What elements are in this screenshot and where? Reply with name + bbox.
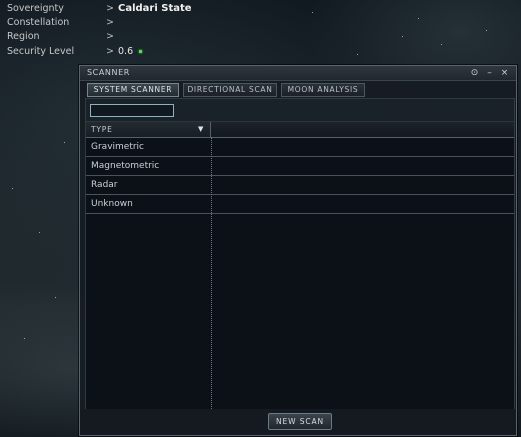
- window-footer: NEW SCAN: [80, 409, 516, 434]
- star: [418, 18, 419, 19]
- security-level-value: 0.6: [118, 45, 143, 59]
- info-label: Sovereignty: [7, 3, 64, 14]
- tab-system-scanner[interactable]: SYSTEM SCANNER: [87, 83, 179, 97]
- scanner-window: SCANNER ⊙ – × SYSTEM SCANNER DIRECTIONAL…: [79, 65, 517, 436]
- scanner-content: TYPE ▼ Gravimetric Magnetometric Radar U…: [85, 98, 515, 410]
- new-scan-button[interactable]: NEW SCAN: [268, 413, 332, 430]
- star: [486, 30, 487, 31]
- close-icon[interactable]: ×: [499, 68, 510, 78]
- row-label: Gravimetric: [91, 142, 144, 152]
- star: [441, 44, 442, 45]
- column-divider[interactable]: [211, 137, 212, 409]
- game-screen: Sovereignty > Caldari State Constellatio…: [0, 0, 521, 437]
- info-label: Security Level: [7, 45, 75, 57]
- options-icon[interactable]: ⊙: [469, 68, 480, 78]
- star: [312, 12, 313, 13]
- star: [64, 142, 65, 143]
- sovereignty-value[interactable]: Caldari State: [118, 2, 192, 16]
- column-type-header[interactable]: TYPE ▼: [86, 122, 211, 137]
- expand-arrow-icon[interactable]: >: [106, 2, 114, 16]
- info-label: Region: [7, 31, 40, 43]
- star: [357, 54, 358, 55]
- sort-down-icon[interactable]: ▼: [198, 125, 203, 133]
- row-label: Magnetometric: [91, 161, 160, 171]
- minimize-icon[interactable]: –: [484, 68, 495, 78]
- security-status-icon: [139, 49, 143, 53]
- table-header: TYPE ▼: [86, 122, 514, 138]
- expand-arrow-icon[interactable]: >: [106, 16, 114, 30]
- column-header-empty: [211, 122, 514, 137]
- star: [12, 188, 13, 189]
- table-row[interactable]: Radar: [86, 176, 514, 195]
- tab-moon-analysis[interactable]: MOON ANALYSIS: [281, 83, 365, 97]
- filter-bar: [86, 99, 514, 122]
- window-title: SCANNER: [87, 68, 130, 77]
- expand-arrow-icon[interactable]: >: [106, 45, 114, 59]
- table-row[interactable]: Unknown: [86, 195, 514, 214]
- security-level-number: 0.6: [118, 45, 134, 57]
- filter-input[interactable]: [90, 104, 174, 117]
- star: [39, 232, 40, 233]
- column-type-label: TYPE: [91, 125, 113, 134]
- window-titlebar[interactable]: SCANNER ⊙ – ×: [80, 66, 516, 81]
- row-label: Radar: [91, 180, 118, 190]
- tab-directional-scan[interactable]: DIRECTIONAL SCAN: [183, 83, 277, 97]
- table-row[interactable]: Gravimetric: [86, 138, 514, 157]
- info-label: Constellation: [7, 17, 70, 29]
- table-row[interactable]: Magnetometric: [86, 157, 514, 176]
- star: [24, 338, 25, 339]
- row-label: Unknown: [91, 199, 133, 209]
- expand-arrow-icon[interactable]: >: [106, 30, 114, 44]
- star: [402, 36, 403, 37]
- star: [55, 297, 56, 298]
